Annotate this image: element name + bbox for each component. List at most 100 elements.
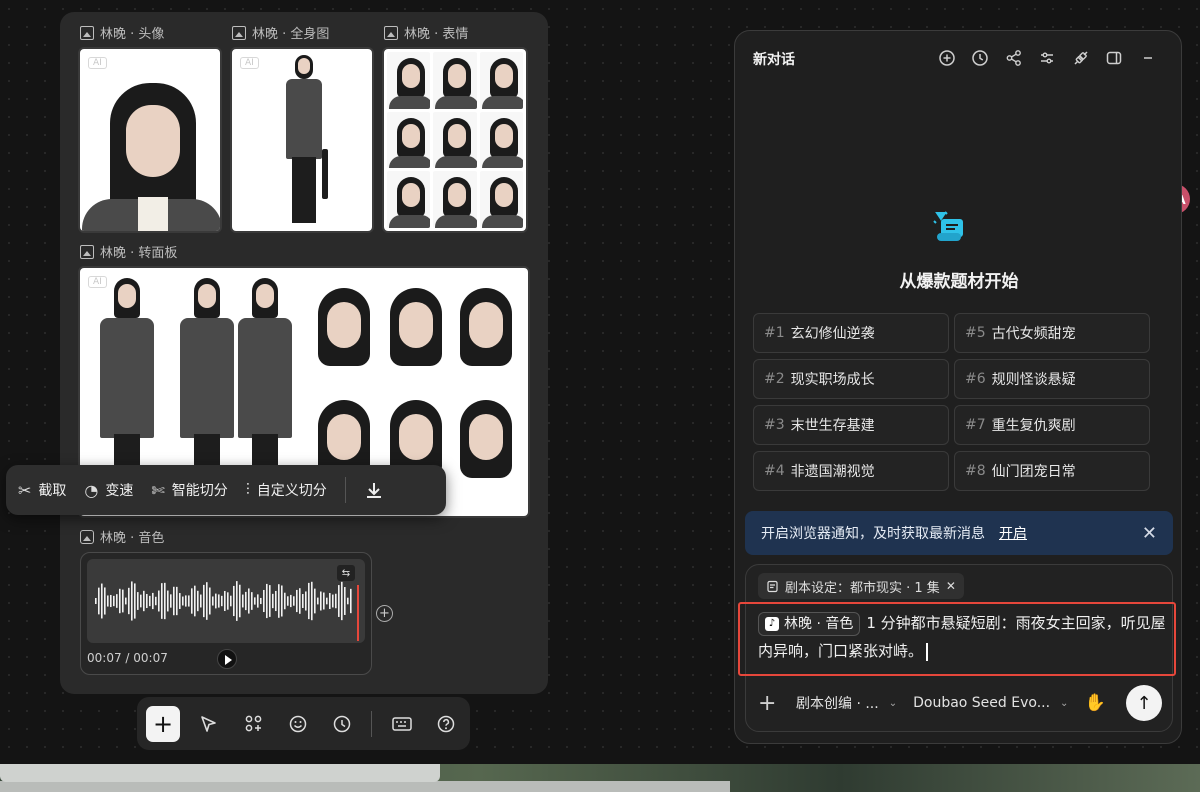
waveform-bar (125, 597, 127, 605)
waveform-bar (119, 588, 121, 614)
playhead[interactable] (357, 585, 359, 641)
chevron-down-icon: ⌄ (888, 697, 898, 709)
waveform-bar (350, 588, 352, 614)
expression-thumb[interactable] (433, 52, 477, 109)
expression-thumb[interactable] (479, 111, 523, 169)
waveform-bar (182, 596, 184, 606)
waveform-bar (260, 597, 262, 605)
apps-button[interactable] (238, 708, 268, 740)
select-tool-button[interactable] (194, 708, 224, 740)
voice-audio-card[interactable]: ⇆ 00:07 / 00:07 (80, 552, 372, 675)
waveform-bar (275, 590, 277, 612)
topic-item[interactable]: #3 末世生存基建 (753, 405, 949, 445)
topic-label: 非遗国潮视觉 (790, 464, 875, 480)
layout-button[interactable] (1105, 49, 1123, 67)
avatar-image[interactable]: AI (78, 47, 222, 233)
add-button[interactable]: + (146, 705, 181, 742)
expression-thumb[interactable] (479, 171, 523, 228)
topic-item[interactable]: #4 非遗国潮视觉 (753, 451, 949, 491)
custom-split-button[interactable]: ⫶ 自定义切分 (246, 480, 327, 500)
download-icon (366, 483, 381, 498)
label-voice: 林晚 · 音色 (80, 527, 164, 546)
waveform-bar (266, 583, 268, 619)
hand-icon[interactable]: ✋ (1084, 693, 1105, 713)
waveform-bar (131, 581, 133, 621)
audio-waveform[interactable]: ⇆ (87, 559, 365, 643)
expression-thumb[interactable] (387, 111, 431, 169)
play-button[interactable] (217, 649, 237, 669)
history-button[interactable] (971, 49, 989, 67)
waveform-bar (299, 588, 301, 614)
script-setting-chip[interactable]: 剧本设定：都市现实 · 1 集 ✕ (758, 573, 964, 599)
chat-input-box[interactable]: 剧本设定：都市现实 · 1 集 ✕ ♪ 林晚 · 音色 1 分钟都市悬疑短剧：雨夜女… (738, 564, 1176, 732)
smart-split-button[interactable]: ✄ 智能切分 (151, 480, 227, 500)
topic-number: #2 (764, 371, 785, 387)
topic-item[interactable]: #8 仙门团宠日常 (954, 451, 1150, 491)
minimize-button[interactable] (1139, 49, 1157, 67)
script-scroll-icon (931, 209, 969, 247)
expression-thumb[interactable] (387, 52, 431, 109)
waveform-bar (137, 592, 139, 610)
expression-thumb[interactable] (479, 52, 523, 109)
waveform-bar (188, 595, 190, 607)
topic-item[interactable]: #7 重生复仇爽剧 (954, 405, 1150, 445)
topic-number: #5 (965, 325, 986, 341)
text-caret (926, 642, 928, 661)
topic-number: #1 (764, 325, 785, 341)
panel-icon (1106, 51, 1122, 65)
help-button[interactable] (431, 708, 461, 740)
topic-item[interactable]: #2 现实职场成长 (753, 359, 949, 399)
expression-sheet[interactable] (382, 47, 528, 233)
arrow-up-icon: ↑ (1136, 692, 1152, 714)
share-icon (1006, 50, 1021, 66)
trim-button[interactable]: ✂ 截取 (18, 480, 66, 500)
attach-plus-icon[interactable]: + (758, 691, 780, 716)
waveform-bar (311, 581, 313, 621)
audio-icon (80, 529, 94, 544)
expression-thumb[interactable] (433, 111, 477, 169)
add-connection-icon[interactable]: + (376, 605, 393, 622)
remove-chip-icon[interactable]: ✕ (946, 579, 956, 593)
keyboard-button[interactable] (386, 708, 416, 740)
expression-thumb[interactable] (433, 171, 477, 228)
waveform-bar (110, 594, 112, 608)
waveform-bar (347, 597, 349, 605)
turnaround-head-view (454, 400, 518, 496)
history-button[interactable] (327, 708, 357, 740)
swap-icon[interactable]: ⇆ (337, 565, 355, 581)
new-chat-button[interactable] (938, 49, 956, 67)
waveform-bar (146, 593, 148, 609)
topic-item[interactable]: #5 古代女频甜宠 (954, 313, 1150, 353)
waveform-bar (257, 594, 259, 608)
enable-notifications-link[interactable]: 开启 (999, 523, 1027, 543)
message-input[interactable]: ♪ 林晚 · 音色 1 分钟都市悬疑短剧：雨夜女主回家，听见屋内异响，门口紧张对峙。 (758, 609, 1168, 665)
notification-banner: 开启浏览器通知，及时获取最新消息 开启 ✕ (745, 511, 1173, 555)
speed-button[interactable]: ◔ 变速 (84, 480, 133, 500)
waveform-bar (185, 595, 187, 607)
mode-select[interactable]: 剧本创编 · ... ⌄ (796, 693, 897, 713)
send-button[interactable]: ↑ (1126, 685, 1162, 721)
download-button[interactable] (364, 480, 384, 500)
waveform-bar (143, 590, 145, 612)
voice-reference-chip[interactable]: ♪ 林晚 · 音色 (758, 611, 861, 636)
expression-thumb[interactable] (387, 171, 431, 228)
waveform-bar (317, 597, 319, 605)
waveform-bar (302, 594, 304, 608)
model-select[interactable]: Doubao Seed Evo... ⌄ (913, 695, 1068, 711)
topic-number: #6 (965, 371, 986, 387)
image-icon (80, 244, 94, 259)
emoji-button[interactable] (283, 708, 313, 740)
waveform-bar (287, 596, 289, 606)
waveform-bar (224, 590, 226, 612)
connect-button[interactable] (1072, 49, 1090, 67)
input-footer: + 剧本创编 · ... ⌄ Doubao Seed Evo... ⌄ ✋ ↑ (758, 683, 1162, 723)
share-button[interactable] (1005, 49, 1023, 67)
turnaround-head-view (384, 288, 448, 384)
waveform-bar (197, 590, 199, 612)
close-icon[interactable]: ✕ (1142, 523, 1157, 544)
topic-item[interactable]: #6 规则怪谈悬疑 (954, 359, 1150, 399)
fullbody-image[interactable]: AI (230, 47, 374, 233)
settings-button[interactable] (1038, 49, 1056, 67)
topic-item[interactable]: #1 玄幻修仙逆袭 (753, 313, 949, 353)
topic-number: #7 (965, 417, 986, 433)
